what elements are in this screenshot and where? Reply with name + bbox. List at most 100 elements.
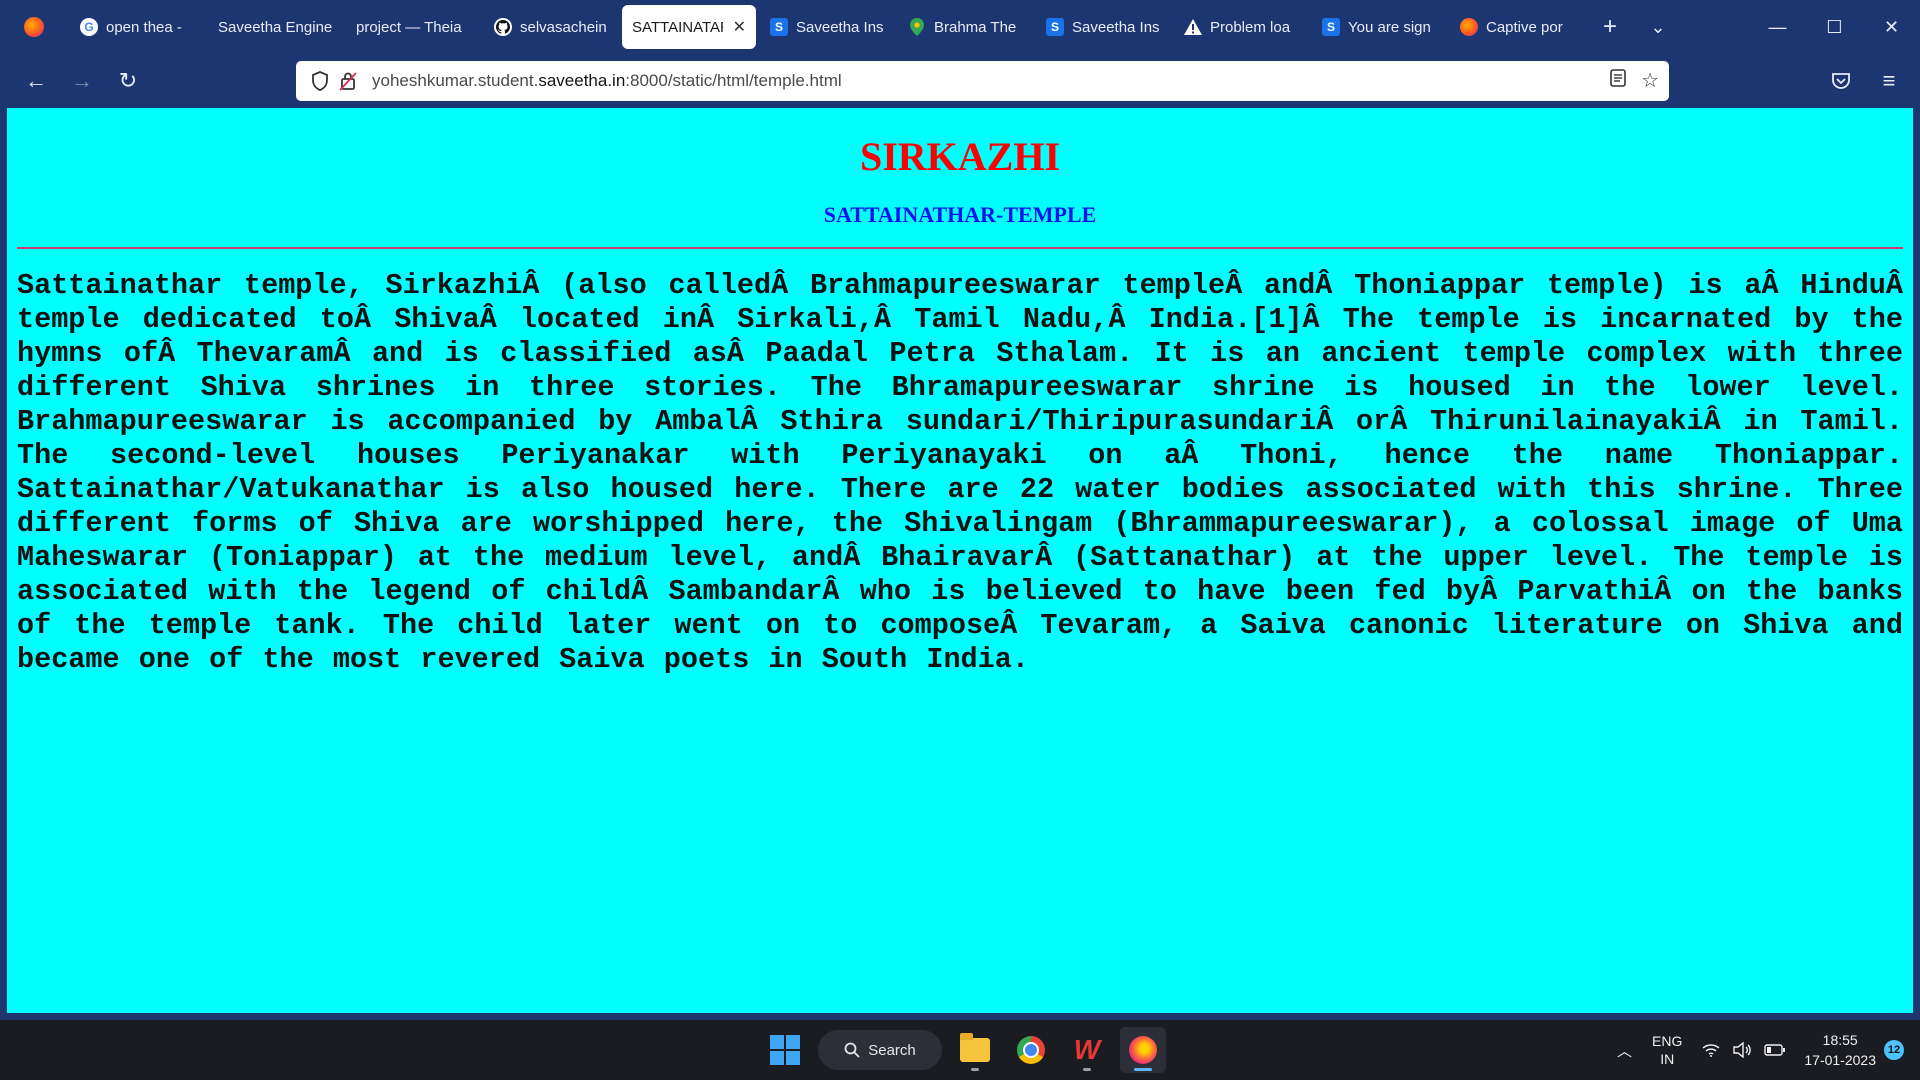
volume-icon[interactable] [1726, 1042, 1758, 1058]
taskbar: Search W ︿ ENG IN 18:55 17-01-2023 12 [0, 1020, 1920, 1080]
google-icon: G [80, 18, 98, 36]
warning-icon [1184, 18, 1202, 36]
start-button[interactable] [762, 1027, 808, 1073]
tab-sattainatar-active[interactable]: SATTAINATAR ✕ [622, 5, 756, 49]
tab-title: Saveetha Engine [218, 18, 332, 36]
notification-badge[interactable]: 12 [1884, 1040, 1904, 1060]
running-indicator [971, 1068, 979, 1071]
search-label: Search [868, 1041, 916, 1059]
url-actions: ☆ [1609, 68, 1659, 94]
tab-title: Brahma The [934, 18, 1017, 36]
url-bar[interactable]: yoheshkumar.student.saveetha.in:8000/sta… [296, 61, 1669, 101]
url-suffix: :8000/static/html/temple.html [625, 71, 842, 90]
tracking-protection-shield-icon[interactable] [306, 67, 334, 95]
github-icon [494, 18, 512, 36]
folder-icon [960, 1033, 990, 1062]
tab-github[interactable]: selvasachein [484, 5, 618, 49]
url-text[interactable]: yoheshkumar.student.saveetha.in:8000/sta… [372, 71, 1609, 91]
tab-you-are-signed[interactable]: S You are sign [1312, 5, 1446, 49]
search-icon [844, 1042, 860, 1058]
time: 18:55 [1822, 1032, 1858, 1048]
active-indicator [1134, 1068, 1152, 1071]
new-tab-button[interactable]: + [1586, 5, 1634, 49]
clock[interactable]: 18:55 17-01-2023 [1792, 1030, 1884, 1070]
file-explorer-button[interactable] [952, 1027, 998, 1073]
chevron-down-icon: ⌄ [1650, 16, 1666, 37]
url-host: saveetha.in [538, 71, 626, 90]
wps-icon: W [1073, 1034, 1101, 1065]
window-controls: — ☐ ✕ [1749, 0, 1920, 54]
tab-brahma[interactable]: Brahma The [898, 5, 1032, 49]
map-pin-icon [908, 18, 926, 36]
tab-title: Captive por [1486, 18, 1563, 36]
lang-top: ENG [1652, 1033, 1683, 1049]
tab-bar: G open thea - Saveetha Engine project — … [0, 0, 1920, 54]
chrome-button[interactable] [1008, 1027, 1054, 1073]
firefox-taskbar-button[interactable] [1120, 1027, 1166, 1073]
minimize-icon: — [1768, 16, 1787, 37]
tab-saveetha-ins-2[interactable]: S Saveetha Ins [1036, 5, 1170, 49]
insecure-lock-icon[interactable] [334, 67, 362, 95]
wps-office-button[interactable]: W [1064, 1027, 1110, 1073]
chevron-up-icon: ︿ [1617, 1042, 1633, 1060]
reload-button[interactable]: ↻ [106, 61, 150, 101]
taskbar-search-button[interactable]: Search [818, 1030, 942, 1070]
tab-title: project — Theia [356, 18, 462, 36]
horizontal-rule [17, 247, 1903, 249]
tab-captive-portal[interactable]: Captive por [1450, 5, 1584, 49]
temple-description: Sattainathar temple, SirkazhiÂ (also cal… [17, 269, 1903, 676]
maximize-button[interactable]: ☐ [1806, 0, 1863, 54]
date: 17-01-2023 [1804, 1052, 1876, 1068]
reader-view-icon[interactable] [1609, 68, 1627, 94]
page-title: SIRKAZHI [859, 134, 1061, 179]
saveetha-icon: S [1322, 18, 1340, 36]
tab-problem-loading[interactable]: Problem loa [1174, 5, 1308, 49]
tab-title: Problem loa [1210, 18, 1291, 36]
tab-title: SATTAINATAR [632, 18, 723, 36]
list-tabs-button[interactable]: ⌄ [1634, 5, 1682, 49]
show-hidden-icons-button[interactable]: ︿ [1611, 1040, 1638, 1061]
maximize-icon: ☐ [1826, 16, 1843, 37]
language-indicator[interactable]: ENG IN [1638, 1032, 1696, 1068]
tab-open-thea[interactable]: G open thea - [70, 5, 204, 49]
page-viewport: SIRKAZHI SATTAINATHAR-TEMPLE Sattainatha… [7, 108, 1913, 1013]
tab-title: open thea - [106, 18, 182, 36]
minimize-button[interactable]: — [1749, 0, 1806, 54]
arrow-right-icon: → [71, 68, 93, 93]
url-prefix: yoheshkumar.student. [372, 71, 539, 90]
firefox-view-button[interactable] [0, 0, 68, 54]
saveetha-icon: S [770, 18, 788, 36]
tab-title: You are sign [1348, 18, 1431, 36]
forward-button[interactable]: → [60, 61, 104, 101]
firefox-icon [1460, 18, 1478, 36]
battery-icon[interactable] [1758, 1044, 1792, 1056]
close-tab-icon[interactable]: ✕ [733, 17, 746, 37]
close-icon: ✕ [1883, 16, 1900, 37]
reload-icon: ↻ [118, 68, 138, 93]
close-window-button[interactable]: ✕ [1863, 0, 1920, 54]
navigation-toolbar: ← → ↻ yoheshkumar.student.saveetha.in:80… [0, 54, 1920, 108]
back-button[interactable]: ← [14, 61, 58, 101]
running-indicator [1083, 1068, 1091, 1071]
wifi-icon[interactable] [1696, 1043, 1726, 1057]
tab-title: Saveetha Ins [1072, 18, 1160, 36]
taskbar-apps: Search W [762, 1020, 1166, 1080]
tab-saveetha-engine[interactable]: Saveetha Engine [208, 5, 342, 49]
chrome-icon [1017, 1036, 1045, 1064]
toolbar-right: ≡ [1816, 54, 1920, 108]
arrow-left-icon: ← [25, 68, 47, 93]
tab-project-theia[interactable]: project — Theia [346, 5, 480, 49]
pocket-button[interactable] [1818, 54, 1864, 108]
tab-saveetha-ins-1[interactable]: S Saveetha Ins [760, 5, 894, 49]
saveetha-icon: S [1046, 18, 1064, 36]
app-menu-button[interactable]: ≡ [1866, 54, 1912, 108]
bookmark-star-icon[interactable]: ☆ [1641, 68, 1659, 94]
tab-title: selvasachein [520, 18, 607, 36]
firefox-icon [24, 17, 44, 37]
plus-icon: + [1602, 13, 1617, 40]
system-tray: ︿ ENG IN 18:55 17-01-2023 12 [1611, 1020, 1920, 1080]
tab-title: Saveetha Ins [796, 18, 884, 36]
firefox-icon [1129, 1036, 1157, 1064]
lang-bottom: IN [1660, 1051, 1675, 1067]
page-subtitle: SATTAINATHAR-TEMPLE [823, 202, 1097, 227]
